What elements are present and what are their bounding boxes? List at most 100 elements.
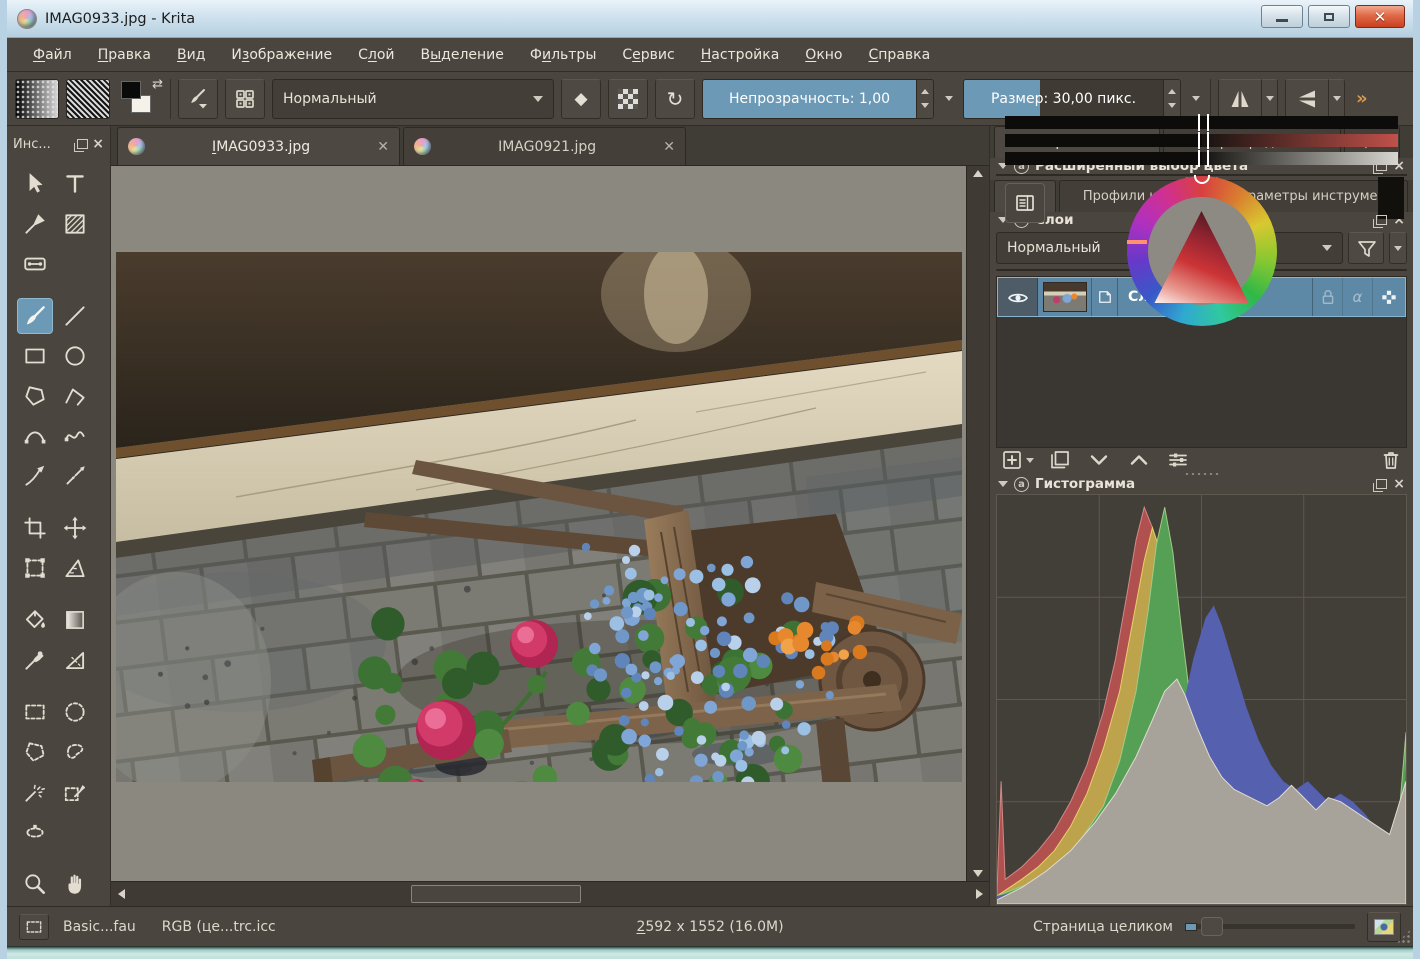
tab-close-icon[interactable] xyxy=(377,139,389,155)
tool-pan[interactable] xyxy=(57,866,93,902)
size-spinner[interactable] xyxy=(1163,80,1180,118)
tool-select-similar[interactable] xyxy=(57,774,93,810)
fit-page-button[interactable] xyxy=(1367,912,1401,942)
menu-item-0[interactable]: Файл xyxy=(21,42,84,68)
canvas[interactable] xyxy=(111,166,966,881)
move-layer-up-button[interactable] xyxy=(1126,448,1152,472)
tool-ellipse[interactable] xyxy=(57,338,93,374)
spin-up-icon[interactable] xyxy=(1394,270,1402,271)
foreground-color[interactable] xyxy=(121,81,141,99)
menu-item-7[interactable]: Сервис xyxy=(610,42,686,68)
tool-multibrush[interactable] xyxy=(57,458,93,494)
menu-item-3[interactable]: Изображение xyxy=(219,42,344,68)
tool-edit-shapes[interactable] xyxy=(57,206,93,242)
preserve-alpha-button[interactable] xyxy=(608,79,648,119)
layer-filter-options[interactable] xyxy=(1389,232,1407,264)
tool-select-ellipse[interactable] xyxy=(57,694,93,730)
foreground-background-colors[interactable] xyxy=(117,79,163,119)
tool-pattern-edit[interactable] xyxy=(17,246,53,282)
move-layer-down-button[interactable] xyxy=(1086,448,1112,472)
horizontal-scrollbar[interactable] xyxy=(111,881,989,906)
tool-transform[interactable] xyxy=(17,550,53,586)
tool-move[interactable] xyxy=(57,510,93,546)
layer-inherit-alpha-toggle[interactable] xyxy=(1373,278,1405,316)
tool-line[interactable] xyxy=(57,298,93,334)
spin-up-icon[interactable] xyxy=(1168,89,1176,94)
tool-select-path[interactable] xyxy=(17,814,53,850)
document-tab-0[interactable]: IMAG0933.jpg xyxy=(117,127,400,165)
float-docker-icon[interactable] xyxy=(1376,479,1387,489)
layer-filter-button[interactable] xyxy=(1348,232,1384,264)
scroll-up-icon[interactable] xyxy=(973,170,983,177)
spin-down-icon[interactable] xyxy=(1168,103,1176,108)
tool-polyline[interactable] xyxy=(57,378,93,414)
menu-item-5[interactable]: Выделение xyxy=(409,42,516,68)
tool-freehand-path[interactable] xyxy=(57,418,93,454)
close-button[interactable]: ✕ xyxy=(1355,5,1405,28)
layer-alpha-lock-toggle[interactable]: α xyxy=(1343,278,1373,316)
tool-perspective[interactable] xyxy=(57,550,93,586)
tool-polygon[interactable] xyxy=(17,378,53,414)
menu-item-8[interactable]: Настройка xyxy=(689,42,792,68)
spin-up-icon[interactable] xyxy=(921,89,929,94)
tool-select-contiguous[interactable] xyxy=(17,774,53,810)
opacity-options-dropdown[interactable] xyxy=(941,96,956,101)
zoom-slider-thumb[interactable] xyxy=(1201,917,1223,936)
layer-properties-button[interactable] xyxy=(1166,448,1190,472)
tool-freehand-brush[interactable] xyxy=(17,298,53,334)
duplic ate-layer-button[interactable] xyxy=(1048,448,1072,472)
delete-layer-button[interactable] xyxy=(1379,448,1403,472)
tool-select-rect[interactable] xyxy=(17,694,53,730)
edit-brush-settings-button[interactable] xyxy=(178,79,218,119)
selection-display-mode-button[interactable] xyxy=(19,914,49,940)
restore-button[interactable] xyxy=(1308,5,1350,28)
zoom-mode-label[interactable]: Страница целиком xyxy=(1033,919,1173,935)
eraser-mode-button[interactable] xyxy=(561,79,601,119)
tool-color-picker[interactable] xyxy=(17,642,53,678)
swap-colors-icon[interactable] xyxy=(152,77,163,92)
tool-calligraphy[interactable] xyxy=(17,206,53,242)
image-dimensions[interactable]: 2592 x 1552 (16.0M) xyxy=(636,919,783,935)
vertical-scrollbar[interactable] xyxy=(966,166,989,881)
opacity-slider[interactable]: Непрозрачность: 1,00 xyxy=(703,80,916,118)
float-docker-icon[interactable] xyxy=(1376,215,1387,225)
color-selector-settings-button[interactable] xyxy=(1005,183,1045,223)
float-docker-icon[interactable] xyxy=(77,139,88,149)
chevron-down-icon[interactable] xyxy=(1026,458,1034,463)
scroll-right-button[interactable] xyxy=(969,885,989,903)
reload-preset-button[interactable] xyxy=(655,79,695,119)
tool-text[interactable] xyxy=(57,166,93,202)
size-options-dropdown[interactable] xyxy=(1188,96,1203,101)
gradient-swatch-button[interactable] xyxy=(15,79,59,119)
component-bar-saturation[interactable] xyxy=(1005,134,1398,147)
tool-dynamic-brush[interactable] xyxy=(17,458,53,494)
advanced-color-selector[interactable] xyxy=(996,174,1407,176)
close-docker-icon[interactable] xyxy=(92,137,104,151)
tab-close-icon[interactable] xyxy=(663,139,675,155)
toolbar-overflow-button[interactable] xyxy=(1356,88,1368,109)
tool-crop[interactable] xyxy=(17,510,53,546)
menu-item-1[interactable]: Правка xyxy=(86,42,163,68)
opacity-spinner[interactable] xyxy=(916,80,933,118)
add-layer-button[interactable] xyxy=(1000,448,1034,472)
menu-item-2[interactable]: Вид xyxy=(165,42,217,68)
mirror-horizontal-button[interactable] xyxy=(1218,79,1262,119)
spin-down-icon[interactable] xyxy=(921,103,929,108)
tool-shape-select[interactable] xyxy=(17,166,53,202)
menu-item-6[interactable]: Фильтры xyxy=(518,42,608,68)
tool-fill[interactable] xyxy=(17,602,53,638)
zoom-slider[interactable] xyxy=(1185,916,1355,938)
mirror-horizontal-options[interactable] xyxy=(1262,79,1278,119)
tool-bezier-curve[interactable] xyxy=(17,418,53,454)
mirror-vertical-button[interactable] xyxy=(1285,79,1329,119)
tool-select-polygon[interactable] xyxy=(17,734,53,770)
menu-item-9[interactable]: Окно xyxy=(793,42,854,68)
tool-gradient[interactable] xyxy=(57,602,93,638)
pattern-swatch-button[interactable] xyxy=(66,79,110,119)
canvas-image[interactable] xyxy=(116,252,962,782)
tool-rectangle[interactable] xyxy=(17,338,53,374)
tool-select-freehand[interactable] xyxy=(57,734,93,770)
tool-zoom[interactable] xyxy=(17,866,53,902)
size-slider[interactable]: Размер: 30,00 пикс. xyxy=(964,80,1163,118)
component-bar-hue[interactable] xyxy=(1005,116,1398,129)
